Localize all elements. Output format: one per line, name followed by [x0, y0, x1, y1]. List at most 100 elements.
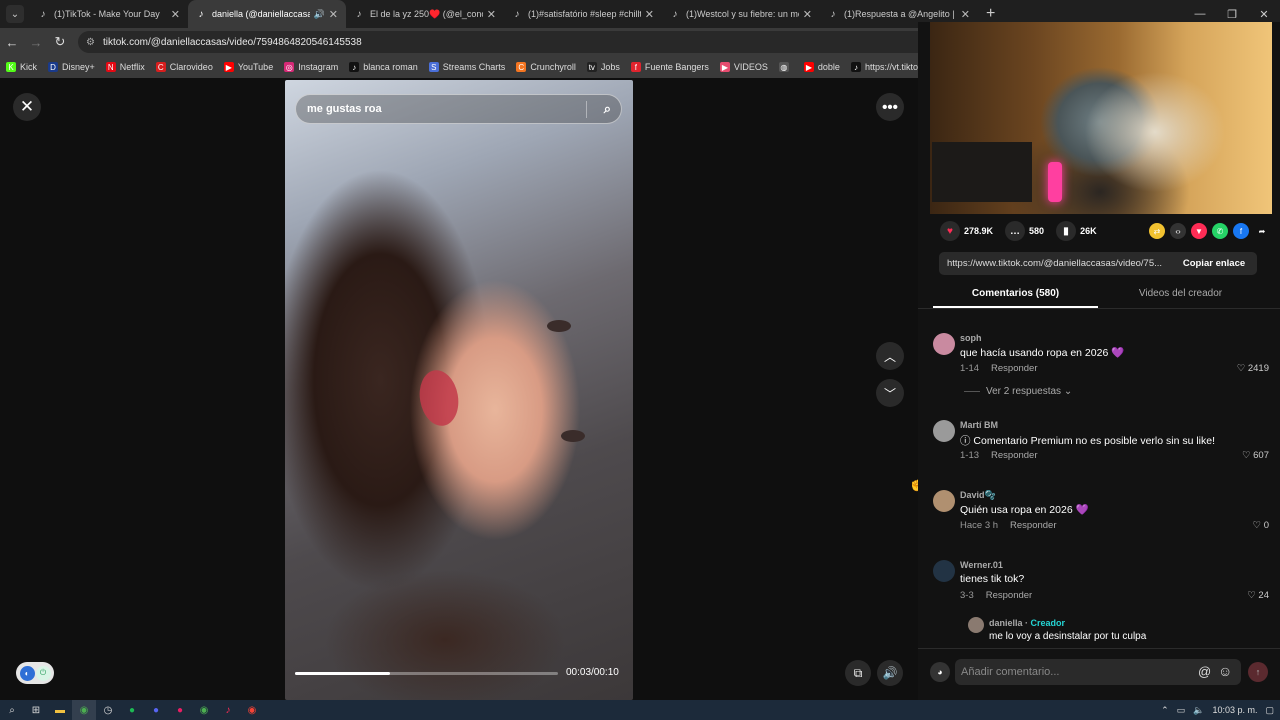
close-tab-icon[interactable]: ✕ — [645, 8, 654, 21]
reload-icon[interactable]: ↻ — [48, 34, 72, 50]
tab-audio-icon[interactable]: 🔊 — [314, 9, 325, 20]
tab-search-icon[interactable]: ⌄ — [6, 5, 24, 23]
volume-button[interactable]: 🔊 — [877, 660, 903, 686]
bookmark-item[interactable]: C Crunchyroll — [516, 62, 576, 72]
embed-icon[interactable]: ‹› — [1170, 223, 1186, 239]
site-info-icon[interactable]: ⚙ — [86, 37, 95, 48]
mention-icon[interactable]: @ — [1198, 664, 1211, 679]
video-player[interactable] — [285, 80, 633, 700]
send-to-friends-icon[interactable]: ▼ — [1191, 223, 1207, 239]
forward-icon[interactable]: → — [24, 35, 48, 50]
bookmark-item[interactable]: S Streams Charts — [428, 62, 506, 72]
search-icon[interactable]: ⌕ — [0, 700, 24, 720]
whatsapp-icon[interactable]: ✆ — [1212, 223, 1228, 239]
new-tab-button[interactable]: + — [986, 5, 995, 23]
chrome-alt-icon[interactable]: ◉ — [240, 700, 264, 720]
bookmark-item[interactable]: ◎ Instagram — [284, 62, 338, 72]
previous-video-button[interactable]: ︿ — [876, 342, 904, 370]
more-icon: ••• — [882, 98, 898, 116]
file-explorer-icon[interactable]: ▬ — [48, 700, 72, 720]
bookmark-item[interactable]: K Kick — [6, 62, 37, 72]
browser-tab[interactable]: ♪ daniella (@daniellaccasas) 🔊 ✕ — [188, 0, 346, 28]
save-stat[interactable]: ▮ 26K — [1056, 221, 1097, 241]
avatar[interactable] — [933, 490, 955, 512]
copy-link-button[interactable]: Copiar enlace — [1171, 258, 1257, 269]
reply-button[interactable]: Responder — [991, 450, 1037, 461]
minimize-icon[interactable]: — — [1184, 8, 1216, 20]
reply-username[interactable]: daniella · Creador — [989, 618, 1065, 628]
tab-creator-videos[interactable]: Videos del creador — [1098, 282, 1263, 308]
browser-tab[interactable]: ♪ (1)#satisfatório #sleep #chillto ✕ — [504, 0, 662, 28]
comment-username[interactable]: Martí BM — [960, 420, 998, 430]
close-tab-icon[interactable]: ✕ — [329, 8, 338, 21]
restore-icon[interactable]: ❐ — [1216, 8, 1248, 21]
tab-comments[interactable]: Comentarios (580) — [933, 282, 1098, 308]
bookmark-item[interactable]: f Fuente Bangers — [630, 62, 709, 72]
video-progress-bar[interactable] — [295, 672, 558, 675]
avatar[interactable] — [968, 617, 984, 633]
browser-tab[interactable]: ♪ (1)TikTok - Make Your Day ✕ — [30, 0, 188, 28]
bookmark-item[interactable]: tv Jobs — [586, 62, 620, 72]
bookmark-item[interactable]: N Netflix — [105, 62, 145, 72]
bookmark-item[interactable]: D Disney+ — [48, 62, 95, 72]
comment-date: 1-14 — [960, 363, 980, 374]
network-icon[interactable]: ▭ — [1177, 705, 1186, 716]
browser-tab[interactable]: ♪ El de la yz 250♥️ (@el_conoc ✕ — [346, 0, 504, 28]
bookmark-item[interactable]: ▶ VIDEOS — [719, 62, 768, 72]
reply-button[interactable]: Responder — [991, 363, 1037, 374]
bookmark-item[interactable]: ♪ blanca roman — [349, 62, 418, 72]
comment-username[interactable]: Werner.01 — [960, 560, 1003, 570]
bookmark-item[interactable]: ▶ YouTube — [223, 62, 273, 72]
url-field[interactable]: ⚙ tiktok.com/@daniellaccasas/video/75948… — [78, 31, 932, 53]
volume-icon[interactable]: 🔈 — [1193, 705, 1204, 716]
comment-stat[interactable]: … 580 — [1005, 221, 1044, 241]
bookmark-item[interactable]: ◍ — [778, 62, 793, 72]
close-tab-icon[interactable]: ✕ — [171, 8, 180, 21]
comment-likes[interactable]: ♡ 24 — [1247, 590, 1269, 601]
discord-icon[interactable]: ● — [144, 700, 168, 720]
close-tab-icon[interactable]: ✕ — [487, 8, 496, 21]
close-tab-icon[interactable]: ✕ — [803, 8, 812, 21]
like-stat[interactable]: ♥ 278.9K — [940, 221, 993, 241]
bookmark-item[interactable]: ▶ doble — [803, 62, 840, 72]
next-video-button[interactable]: ﹀ — [876, 379, 904, 407]
notification-icon[interactable]: ▢ — [1265, 705, 1274, 716]
comment-likes[interactable]: ♡ 0 — [1253, 520, 1269, 531]
bookmark-item[interactable]: C Clarovideo — [155, 62, 213, 72]
share-arrow-icon[interactable]: ➦ — [1254, 223, 1270, 239]
comment-username[interactable]: soph — [960, 333, 982, 343]
start-icon[interactable]: ⊞ — [24, 700, 48, 720]
picture-in-picture-button[interactable]: ⧉ — [845, 660, 871, 686]
repost-icon[interactable]: ⇄ — [1149, 223, 1165, 239]
tiktok-icon[interactable]: ♪ — [216, 700, 240, 720]
reply-button[interactable]: Responder — [986, 590, 1032, 601]
send-button[interactable]: ↑ — [1248, 662, 1268, 682]
close-tab-icon[interactable]: ✕ — [961, 8, 970, 21]
facebook-icon[interactable]: f — [1233, 223, 1249, 239]
search-icon[interactable]: ⌕ — [604, 101, 611, 117]
browser-tab[interactable]: ♪ (1)Westcol y su fiebre: un mom ✕ — [662, 0, 820, 28]
back-icon[interactable]: ← — [0, 35, 24, 50]
close-button[interactable]: ✕ — [13, 93, 41, 121]
chrome-icon[interactable]: ◉ — [72, 700, 96, 720]
clock-app-icon[interactable]: ◷ — [96, 700, 120, 720]
clock[interactable]: 10:03 p. m. — [1212, 705, 1257, 715]
close-window-icon[interactable]: ✕ — [1248, 8, 1280, 21]
avatar[interactable] — [933, 560, 955, 582]
comment-username[interactable]: David🫧 — [960, 490, 996, 501]
app-icon[interactable]: ● — [168, 700, 192, 720]
emoji-icon[interactable]: ☺ — [1218, 663, 1232, 679]
chrome-profile-icon[interactable]: ◉ — [192, 700, 216, 720]
comment-likes[interactable]: ♡ 2419 — [1237, 363, 1269, 374]
extension-badge[interactable]: ◐ ⏻ — [16, 662, 54, 684]
reply-button[interactable]: Responder — [1010, 520, 1056, 531]
video-search-bar[interactable]: me gustas roa ⌕ — [295, 94, 622, 124]
avatar[interactable] — [933, 333, 955, 355]
bookmark-label: Streams Charts — [442, 62, 506, 72]
tray-arrow-icon[interactable]: ⌃ — [1161, 705, 1169, 716]
more-options-button[interactable]: ••• — [876, 93, 904, 121]
comment-likes[interactable]: ♡ 607 — [1242, 450, 1269, 461]
spotify-icon[interactable]: ● — [120, 700, 144, 720]
view-replies-button[interactable]: Ver 2 respuestas ⌄ — [964, 386, 1072, 397]
avatar[interactable] — [933, 420, 955, 442]
